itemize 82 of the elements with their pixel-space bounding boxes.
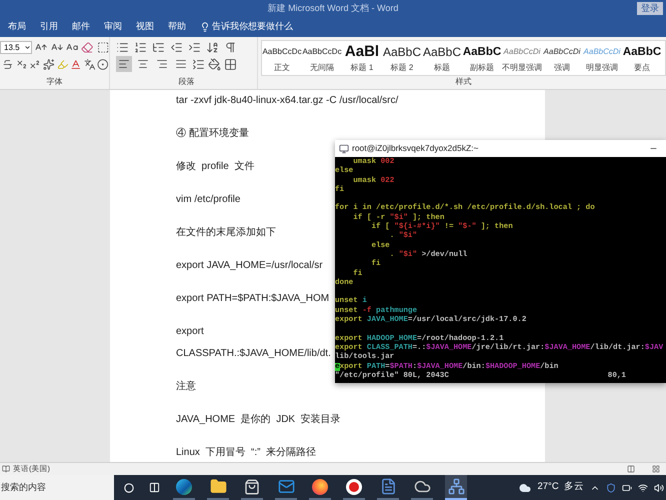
document-text: export PATH=$PATH:$JAVA_HOM	[176, 292, 330, 306]
proofing-icon[interactable]	[2, 465, 10, 473]
document-text: ④ 配置环境变量	[176, 126, 249, 141]
font-size-field[interactable]: 13.5	[0, 41, 32, 54]
search-field[interactable]: 搜索的内容	[0, 475, 114, 500]
folder-icon[interactable]	[210, 478, 226, 495]
style-item[interactable]: AaBbCcDc 正文	[262, 41, 302, 75]
mail-icon[interactable]	[278, 478, 294, 495]
sort-icon[interactable]	[206, 41, 219, 54]
terminal-icon	[339, 144, 349, 154]
enclose-icon[interactable]	[97, 58, 109, 70]
record-icon[interactable]	[346, 478, 362, 494]
style-item[interactable]: AaBl 标题 1	[342, 41, 382, 75]
pilcrow-icon[interactable]	[224, 41, 237, 54]
document-text: vim /etc/profile	[176, 193, 240, 207]
document-text: JAVA_HOME 是你的 JDK 安装目录	[176, 412, 341, 427]
clear-format-icon[interactable]	[81, 41, 94, 54]
window-title: 新建 Microsoft Word 文档 - Word	[268, 2, 398, 15]
borders-icon[interactable]	[224, 58, 237, 70]
group-label: 样式	[454, 76, 472, 88]
border-icon[interactable]	[96, 41, 110, 54]
align-icon	[137, 58, 149, 70]
superscript-icon[interactable]	[29, 58, 41, 70]
cloud-icon[interactable]	[414, 478, 430, 495]
browser-icon[interactable]	[312, 478, 328, 494]
style-item[interactable]: AaBbC 副标题	[462, 41, 502, 75]
multilevel-list-icon[interactable]	[152, 41, 165, 54]
wifi-icon[interactable]	[638, 482, 648, 492]
style-item[interactable]: AaBbCcDi 强调	[542, 41, 582, 75]
font-color-icon[interactable]	[70, 58, 82, 70]
dropdown-caret-icon	[24, 44, 32, 51]
cortana-icon[interactable]	[124, 482, 134, 492]
weather-text[interactable]: 27°C 多云	[537, 480, 584, 495]
align-icon	[156, 58, 168, 70]
task-view-icon[interactable]	[149, 482, 160, 493]
document-text: CLASSPATH.:$JAVA_HOME/lib/dt.	[176, 347, 331, 361]
speaker-icon[interactable]	[654, 482, 664, 492]
decrease-indent-icon[interactable]	[170, 41, 183, 54]
network-icon[interactable]	[448, 478, 464, 495]
style-item[interactable]: AaBbCcDc 无间隔	[302, 41, 342, 75]
document-text: export JAVA_HOME=/usr/local/sr	[176, 259, 323, 273]
numbered-list-icon[interactable]	[134, 41, 147, 54]
style-item[interactable]: AaBbC 标题 2	[382, 41, 422, 75]
text-effect-icon[interactable]	[42, 58, 54, 70]
ribbon-tab[interactable]: 引用	[40, 20, 58, 34]
browser-icon[interactable]	[176, 478, 192, 494]
group-label: 字体	[46, 76, 64, 88]
document-text: tar -zxvf jdk-8u40-linux-x64.tar.gz -C /usr/local/src/	[176, 94, 398, 108]
shield-icon[interactable]	[606, 482, 616, 492]
group-label: 段落	[178, 76, 196, 88]
terminal-title: root@iZ0jlbrksvqek7dyox2d5kZ:~	[352, 142, 479, 155]
document-text: Linux 下用冒号 “:” 来分隔路径	[176, 446, 316, 460]
align-button[interactable]	[116, 56, 132, 72]
style-item[interactable]: AaBbCcDi 明显强调	[582, 41, 622, 75]
ribbon-tab[interactable]: 视图	[136, 20, 154, 34]
ribbon-tab[interactable]: 审阅	[104, 20, 122, 34]
battery-icon[interactable]	[622, 482, 632, 492]
document-text: export	[176, 325, 204, 339]
subscript-icon[interactable]	[16, 58, 28, 70]
style-item[interactable]: AaBbC 标题	[422, 41, 462, 75]
lightbulb-icon	[200, 22, 210, 32]
ribbon-tab[interactable]: 帮助	[168, 20, 186, 34]
document-icon[interactable]	[380, 478, 396, 495]
paint-bucket-icon[interactable]	[208, 58, 221, 70]
align-icon	[118, 58, 130, 70]
document-text: 注意	[176, 380, 196, 394]
document-text: 修改 profile 文件	[176, 160, 254, 174]
style-item[interactable]: AaBbC 要点	[622, 41, 662, 75]
style-item[interactable]: AaBbCcDi 不明显强调	[502, 41, 542, 75]
increase-indent-icon[interactable]	[188, 41, 201, 54]
line-spacing-icon[interactable]	[192, 58, 205, 70]
align-icon	[175, 58, 187, 70]
ribbon-tab[interactable]: 邮件	[72, 20, 90, 34]
sign-in-button[interactable]: 登录	[637, 2, 663, 15]
print-view-icon[interactable]	[652, 465, 660, 473]
ribbon-tab[interactable]: 布局	[8, 20, 26, 34]
tell-me-field[interactable]: 告诉我你想要做什么	[212, 20, 293, 34]
store-icon[interactable]	[244, 478, 260, 494]
read-view-icon[interactable]	[627, 465, 635, 473]
document-text: 在文件的末尾添加如下	[176, 226, 276, 240]
strikethrough-icon[interactable]	[2, 58, 14, 70]
weather-icon[interactable]	[519, 482, 532, 494]
